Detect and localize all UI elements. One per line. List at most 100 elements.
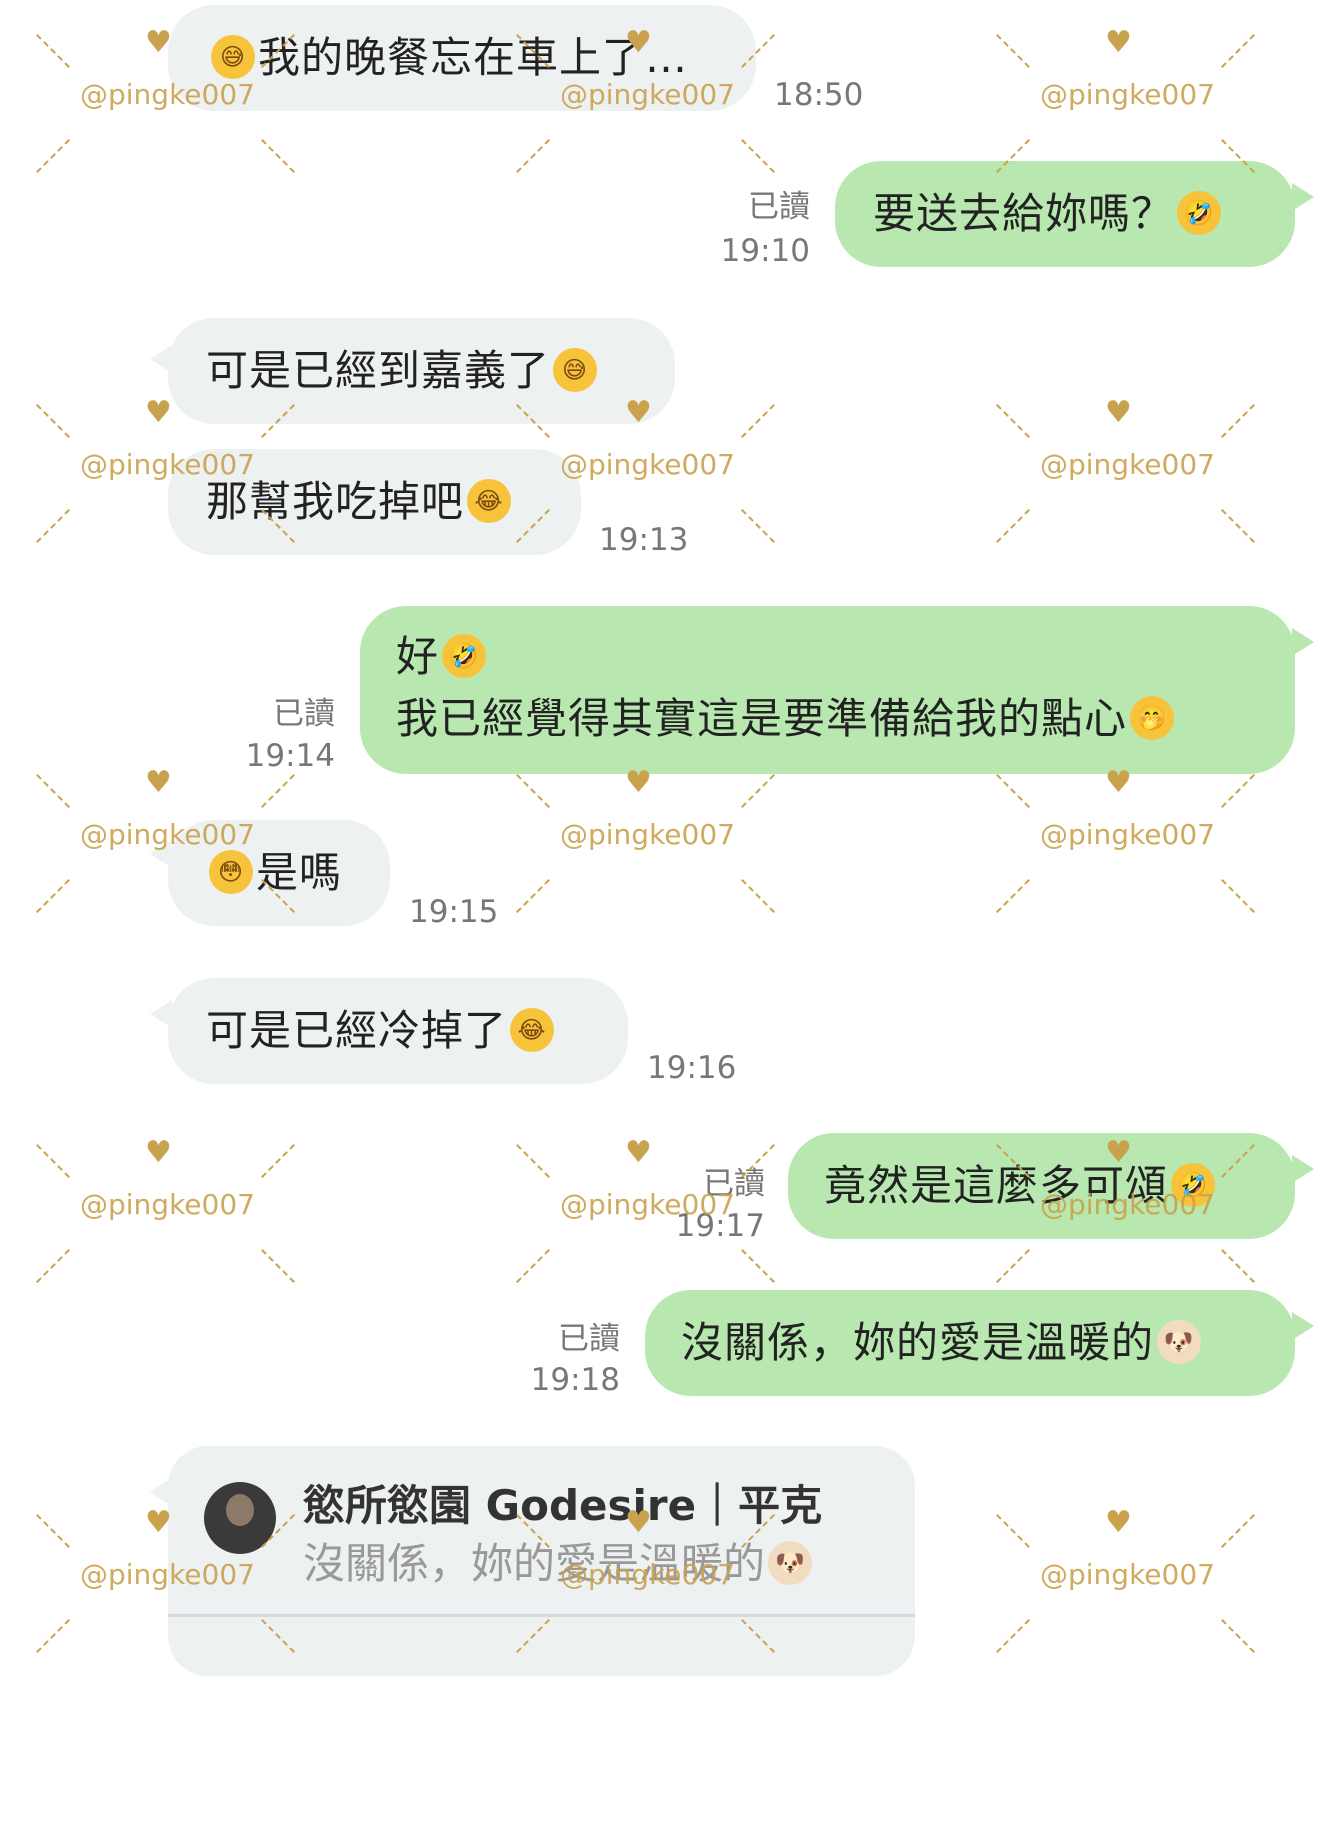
message-text: 可是已經冷掉了 bbox=[206, 1006, 508, 1055]
message-text: 那幫我吃掉吧 bbox=[206, 477, 465, 526]
bubble-tail bbox=[1292, 1312, 1314, 1340]
arrow-icon bbox=[996, 404, 1030, 438]
message-text-line1: 好 bbox=[396, 632, 440, 681]
heart-icon: ♥ bbox=[1105, 395, 1132, 430]
message-time: 19:17 bbox=[675, 1208, 765, 1244]
watermark-tile: ♥ @pingke007 bbox=[0, 1090, 480, 1460]
joy-emoji-icon: 😂 bbox=[467, 478, 512, 523]
arrow-icon bbox=[741, 1249, 775, 1283]
message-text: 是嗎 bbox=[256, 848, 343, 897]
arrow-icon bbox=[1221, 34, 1255, 68]
message-bubble-outgoing[interactable]: 沒關係，妳的愛是溫暖的 🐶 bbox=[645, 1290, 1295, 1396]
heart-icon: ♥ bbox=[1105, 1505, 1132, 1540]
flushed-emoji-icon: 😳 bbox=[209, 849, 253, 894]
message-text-line2: 我已經覺得其實這是要準備給我的點心 bbox=[396, 694, 1128, 743]
arrow-icon bbox=[996, 1249, 1030, 1283]
arrow-icon bbox=[261, 139, 295, 173]
arrow-icon bbox=[741, 879, 775, 913]
arrow-icon bbox=[36, 1144, 70, 1178]
arrow-icon bbox=[516, 774, 550, 808]
message-text: 要送去給妳嗎？ bbox=[873, 189, 1175, 238]
reply-divider bbox=[168, 1614, 915, 1617]
read-receipt: 已讀 bbox=[558, 1321, 620, 1357]
avatar[interactable] bbox=[204, 1482, 276, 1554]
arrow-icon bbox=[996, 774, 1030, 808]
arrow-icon bbox=[36, 509, 70, 543]
message-time: 19:16 bbox=[647, 1050, 737, 1086]
arrow-icon bbox=[261, 1144, 295, 1178]
message-bubble-incoming[interactable]: 可是已經冷掉了 😂 bbox=[168, 978, 628, 1084]
watermark-text: @pingke007 bbox=[560, 448, 735, 481]
rofl-emoji-icon: 🤣 bbox=[1177, 190, 1222, 235]
watermark-tile: ♥ @pingke007 bbox=[960, 720, 1320, 1090]
bubble-tail bbox=[1292, 183, 1314, 211]
bubble-tail bbox=[1292, 1155, 1314, 1183]
read-receipt: 已讀 bbox=[703, 1166, 765, 1202]
message-text: 可是已經到嘉義了 bbox=[206, 346, 551, 395]
arrow-icon bbox=[996, 879, 1030, 913]
watermark-tile: ♥ @pingke007 bbox=[960, 1460, 1320, 1830]
message-text: 竟然是這麼多可頌 bbox=[824, 1161, 1169, 1210]
arrow-icon bbox=[261, 774, 295, 808]
heart-icon: ♥ bbox=[1105, 25, 1132, 60]
arrow-icon bbox=[36, 404, 70, 438]
arrow-icon bbox=[36, 34, 70, 68]
watermark-text: @pingke007 bbox=[1040, 1558, 1215, 1591]
arrow-icon bbox=[516, 139, 550, 173]
sweat-smile-emoji-icon: 😅 bbox=[211, 34, 255, 79]
arrow-icon bbox=[996, 1514, 1030, 1548]
arrow-icon bbox=[516, 1144, 550, 1178]
message-text: 我的晚餐忘在車上了… bbox=[258, 33, 689, 82]
arrow-icon bbox=[36, 1619, 70, 1653]
watermark-text: @pingke007 bbox=[1040, 448, 1215, 481]
arrow-icon bbox=[36, 879, 70, 913]
arrow-icon bbox=[996, 509, 1030, 543]
message-text: 沒關係，妳的愛是溫暖的 bbox=[681, 1318, 1155, 1367]
message-bubble-incoming[interactable]: 😳 是嗎 bbox=[168, 820, 390, 926]
dog-emoji-icon: 🐶 bbox=[768, 1540, 813, 1585]
watermark-text: @pingke007 bbox=[560, 818, 735, 851]
message-bubble-outgoing[interactable]: 好 🤣 我已經覺得其實這是要準備給我的點心 🤭 bbox=[360, 606, 1295, 774]
read-receipt: 已讀 bbox=[748, 189, 810, 225]
watermark-text: @pingke007 bbox=[1040, 78, 1215, 111]
arrow-icon bbox=[996, 1619, 1030, 1653]
message-bubble-outgoing[interactable]: 竟然是這麼多可頌 🤣 bbox=[788, 1133, 1295, 1239]
arrow-icon bbox=[36, 1249, 70, 1283]
hand-over-mouth-emoji-icon: 🤭 bbox=[1130, 695, 1175, 740]
reply-quoted-text: 沒關係，妳的愛是溫暖的 🐶 bbox=[303, 1530, 815, 1591]
message-bubble-outgoing[interactable]: 要送去給妳嗎？ 🤣 bbox=[835, 161, 1295, 267]
message-time: 18:50 bbox=[774, 77, 864, 113]
watermark-text: @pingke007 bbox=[80, 1188, 255, 1221]
arrow-icon bbox=[1221, 509, 1255, 543]
arrow-icon bbox=[741, 774, 775, 808]
arrow-icon bbox=[516, 1249, 550, 1283]
message-time: 19:13 bbox=[599, 522, 689, 558]
heart-icon: ♥ bbox=[145, 1135, 172, 1170]
bubble-tail bbox=[1292, 628, 1314, 656]
reply-preview-card[interactable]: 慾所慾園 Godesire｜平克 沒關係，妳的愛是溫暖的 🐶 bbox=[168, 1446, 915, 1676]
heart-icon: ♥ bbox=[145, 395, 172, 430]
message-bubble-incoming[interactable]: 😅 我的晚餐忘在車上了… bbox=[168, 5, 756, 111]
arrow-icon bbox=[996, 34, 1030, 68]
read-receipt: 已讀 bbox=[273, 696, 335, 732]
message-time: 19:15 bbox=[409, 894, 499, 930]
message-time: 19:14 bbox=[245, 738, 335, 774]
message-bubble-incoming[interactable]: 那幫我吃掉吧 😂 bbox=[168, 449, 581, 555]
message-bubble-incoming[interactable]: 可是已經到嘉義了 😅 bbox=[168, 318, 675, 424]
dog-emoji-icon: 🐶 bbox=[1157, 1319, 1202, 1364]
arrow-icon bbox=[1221, 1249, 1255, 1283]
message-time: 19:18 bbox=[530, 1362, 620, 1398]
arrow-icon bbox=[741, 139, 775, 173]
arrow-icon bbox=[36, 139, 70, 173]
arrow-icon bbox=[1221, 1619, 1255, 1653]
arrow-icon bbox=[741, 509, 775, 543]
heart-icon: ♥ bbox=[625, 1135, 652, 1170]
joy-emoji-icon: 😂 bbox=[510, 1007, 555, 1052]
reply-quoted-text-label: 沒關係，妳的愛是溫暖的 bbox=[303, 1539, 766, 1588]
arrow-icon bbox=[1221, 774, 1255, 808]
arrow-icon bbox=[261, 1249, 295, 1283]
arrow-icon bbox=[741, 404, 775, 438]
arrow-icon bbox=[1221, 1514, 1255, 1548]
arrow-icon bbox=[516, 879, 550, 913]
arrow-icon bbox=[36, 774, 70, 808]
